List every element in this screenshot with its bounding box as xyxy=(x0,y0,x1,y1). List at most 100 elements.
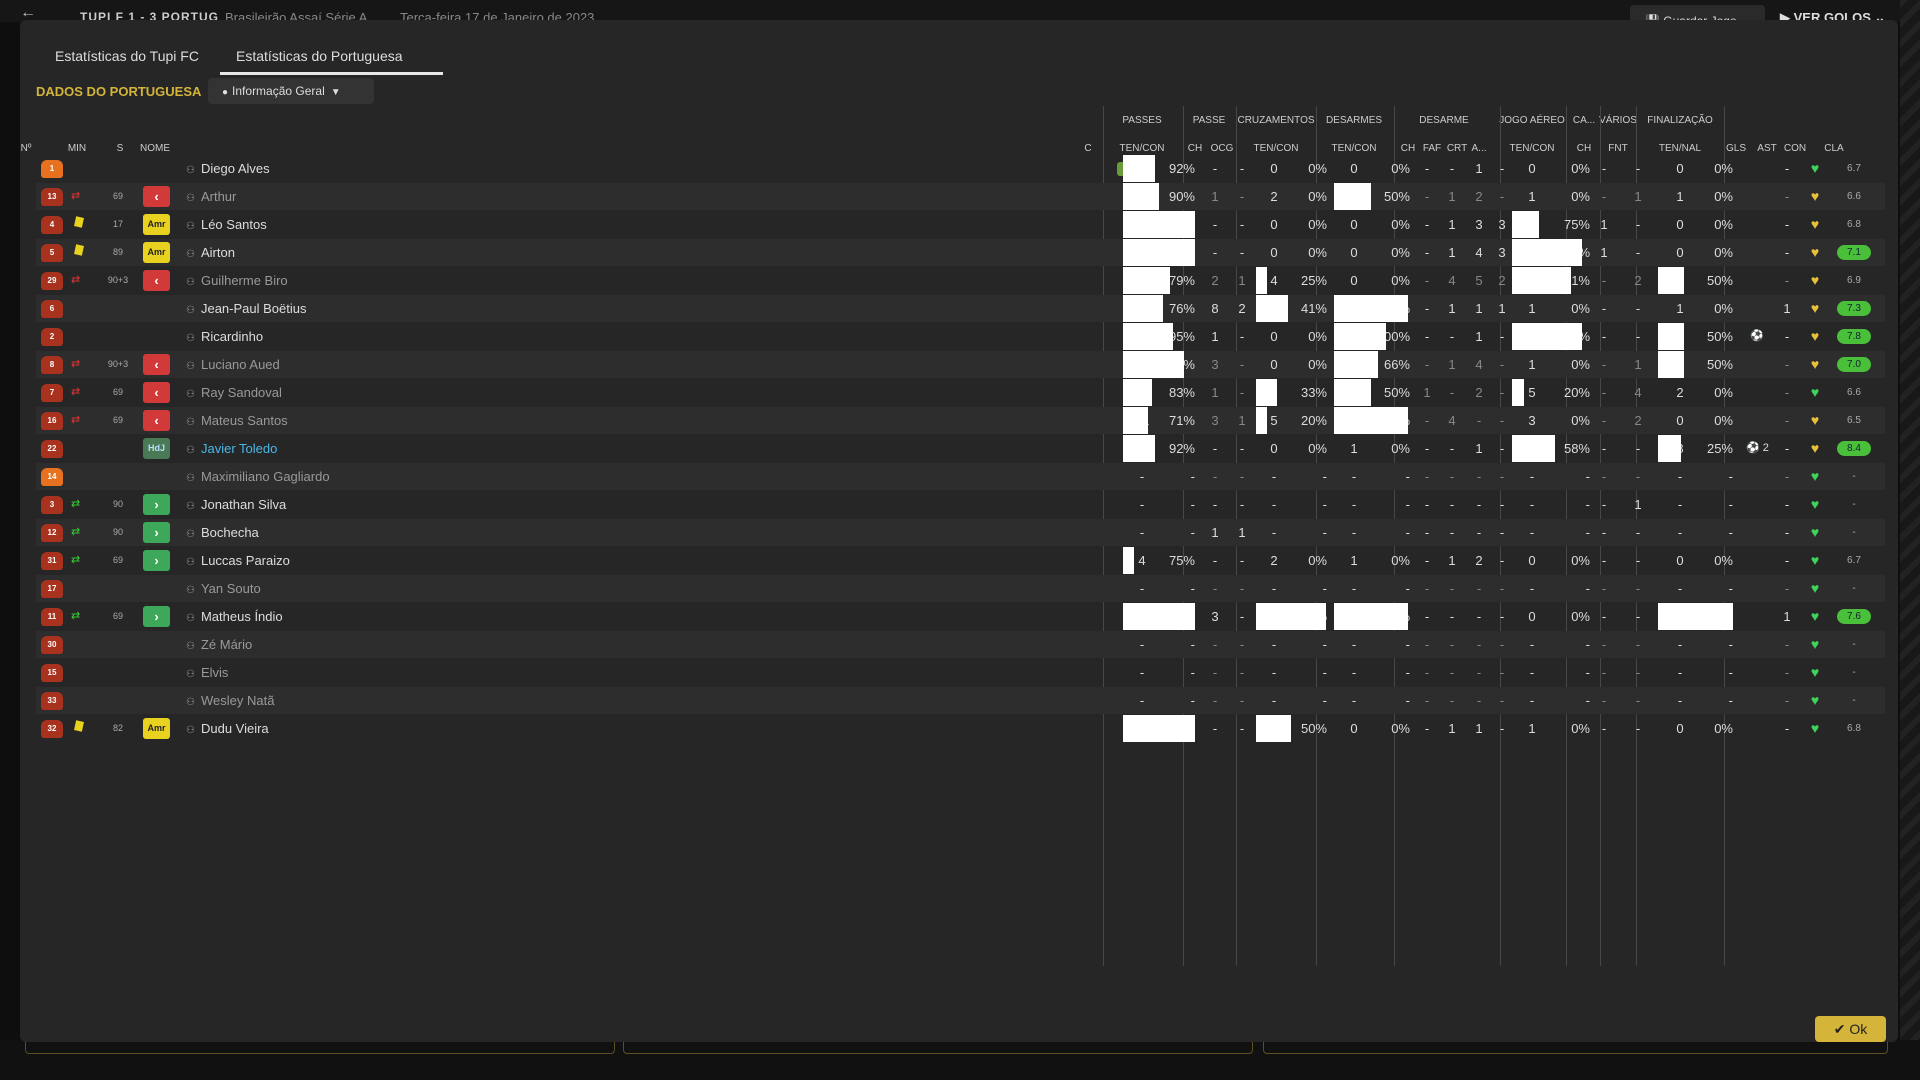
player-row[interactable]: 12 ⇄ 90 › ⚇ Bochecha - - - - - - - - - -1 1- - - - - - - ♥ - xyxy=(36,519,1885,546)
stat-aer-value: - xyxy=(1529,693,1535,708)
player-row[interactable]: 6⚇Jean-Paul Boëtius4276%1241%2100%10%10%… xyxy=(36,295,1885,322)
column-header-c[interactable]: C xyxy=(1084,143,1091,154)
stat-cruz-bar xyxy=(1256,379,1277,406)
stat-pass-bar xyxy=(1123,435,1155,462)
player-name[interactable]: ⚇ Elvis xyxy=(186,659,228,686)
stat-dfaf: 1 xyxy=(1448,721,1456,736)
column-header-cla[interactable]: CLA xyxy=(1824,143,1843,154)
person-icon: ⚇ xyxy=(186,221,195,232)
player-row[interactable]: 8⇄90+3‹⚇Luciano Aued5792%00%366%10%250%3… xyxy=(36,351,1885,378)
tab-tupi-stats[interactable]: Estatísticas do Tupi FC xyxy=(55,48,199,64)
stat-dch: - xyxy=(1424,525,1430,540)
player-name[interactable]: ⚇ Ricardinho xyxy=(186,323,263,350)
person-icon: ⚇ xyxy=(186,529,195,540)
column-header-no[interactable]: Nº xyxy=(21,143,32,154)
column-header-j_tc[interactable]: TEN/CON xyxy=(1510,143,1555,154)
column-header-pa_ocg[interactable]: OCG xyxy=(1211,143,1234,154)
column-header-d_crt[interactable]: CRT xyxy=(1447,143,1467,154)
column-header-cr_tc[interactable]: TEN/CON xyxy=(1254,143,1299,154)
column-header-va_fnt[interactable]: FNT xyxy=(1608,143,1627,154)
player-row[interactable]: 33 ⚇ Wesley Natã - - - - - - - - - - - - - - - - - - - ♥ - xyxy=(36,687,1885,714)
stat-pass-bar xyxy=(1123,183,1159,210)
stat-pass-bar xyxy=(1123,351,1184,378)
player-name[interactable]: ⚇ Mateus Santos xyxy=(186,407,288,434)
player-name[interactable]: ⚇ Jean-Paul Boëtius xyxy=(186,295,306,322)
player-name[interactable]: ⚇ Diego Alves xyxy=(186,155,270,182)
stat-pass-percent: - xyxy=(1190,637,1195,652)
player-name[interactable]: ⚇ Matheus Índio xyxy=(186,603,283,630)
stat-cach: - xyxy=(1601,161,1607,176)
stat-pass-bar xyxy=(1123,211,1195,238)
stat-dcrt: 1 xyxy=(1475,441,1483,456)
player-row[interactable]: 11⇄69›⚇Matheus Índio683%3100%2100%00%110… xyxy=(36,603,1885,630)
player-row[interactable]: 7⇄69‹⚇Ray Sandoval2483%333%250%520%20%1-… xyxy=(36,379,1885,406)
player-row[interactable]: 30 ⚇ Zé Mário - - - - - - - - - - - - - - - - - - - ♥ - xyxy=(36,631,1885,658)
player-row[interactable]: 29⇄90+3‹⚇Guilherme Biro4879%425%00%771%2… xyxy=(36,267,1885,294)
player-row[interactable]: 22HdJ⚇Javier Toledo2592%00%10%1258%825%-… xyxy=(36,435,1885,462)
player-row[interactable]: 14 ⚇ Maximiliano Gagliardo - - - - - - - - - - - - - - - -… xyxy=(36,463,1885,490)
stat-cach: - xyxy=(1601,637,1607,652)
player-name[interactable]: ⚇ Yan Souto xyxy=(186,575,261,602)
column-header-d_a[interactable]: A... xyxy=(1471,143,1486,154)
person-icon: ⚇ xyxy=(186,165,195,176)
player-name[interactable]: ⚇ Léo Santos xyxy=(186,211,267,238)
person-icon: ⚇ xyxy=(186,473,195,484)
column-header-pa_ch[interactable]: CH xyxy=(1188,143,1202,154)
player-name[interactable]: ⚇ Dudu Vieira xyxy=(186,715,269,742)
rating-badge: 6.6 xyxy=(1847,191,1861,202)
column-header-s[interactable]: S xyxy=(117,143,124,154)
player-name[interactable]: ⚇ Bochecha xyxy=(186,519,259,546)
rating-badge: 6.7 xyxy=(1847,163,1861,174)
player-row[interactable]: 15 ⚇ Elvis - - - - - - - - - - - - - - - - - - - ♥ - xyxy=(36,659,1885,686)
player-name[interactable]: ⚇ Luciano Aued xyxy=(186,351,280,378)
player-row[interactable]: 13⇄69‹⚇Arthur3390%20%250%10%10%1--12--1-… xyxy=(36,183,1885,210)
stat-ast: - xyxy=(1784,581,1790,596)
column-header-ca_ch[interactable]: CH xyxy=(1577,143,1591,154)
player-name[interactable]: ⚇ Zé Mário xyxy=(186,631,252,658)
column-header-min[interactable]: MIN xyxy=(68,143,86,154)
stat-fin-value: 1 xyxy=(1676,301,1684,316)
player-name[interactable]: ⚇ Jonathan Silva xyxy=(186,491,286,518)
stat-pass-value: - xyxy=(1139,497,1145,512)
column-header-d_faf[interactable]: FAF xyxy=(1423,143,1441,154)
column-header-de_tc[interactable]: TEN/CON xyxy=(1332,143,1377,154)
substituted-out-badge: ‹ xyxy=(143,186,170,207)
player-row[interactable]: 2⚇Ricardinho4795%00%1100%1100%250%1---1-… xyxy=(36,323,1885,350)
minutes-played: 90 xyxy=(112,527,123,537)
column-header-d_ch[interactable]: CH xyxy=(1401,143,1415,154)
event-icons xyxy=(70,715,84,742)
event-icons: ⇄ xyxy=(70,183,80,210)
stat-ast: - xyxy=(1784,637,1790,652)
player-row[interactable]: 17 ⚇ Yan Souto - - - - - - - - - - - - - - - - - - - ♥ - xyxy=(36,575,1885,602)
column-header-ast[interactable]: AST xyxy=(1757,143,1776,154)
condition-heart-icon: ♥ xyxy=(1810,300,1820,316)
player-name[interactable]: ⚇ Airton xyxy=(186,239,235,266)
column-header-p_tc[interactable]: TEN/CON xyxy=(1120,143,1165,154)
player-row[interactable]: 417Amr⚇Léo Santos6992%00%00%475%00%---13… xyxy=(36,211,1885,238)
view-dropdown[interactable]: ● Informação Geral ▼ xyxy=(208,78,374,104)
stat-da: - xyxy=(1499,553,1505,568)
column-header-gls[interactable]: GLS xyxy=(1726,143,1746,154)
event-icons: ⇄ xyxy=(70,379,80,406)
stat-dch: - xyxy=(1424,217,1430,232)
player-name[interactable]: ⚇ Maximiliano Gagliardo xyxy=(186,463,330,490)
player-row[interactable]: 1⚇Diego Alves2892%00%00%00%00%----1----♥… xyxy=(36,155,1885,182)
player-name[interactable]: ⚇ Wesley Natã xyxy=(186,687,274,714)
tab-portuguesa-stats[interactable]: Estatísticas do Portuguesa xyxy=(236,48,403,64)
player-name[interactable]: ⚇ Arthur xyxy=(186,183,236,210)
player-row[interactable]: 3282Amr⚇Dudu Vieira1190%250%00%10%00%---… xyxy=(36,715,1885,742)
player-name[interactable]: ⚇ Javier Toledo xyxy=(186,435,277,462)
player-name[interactable]: ⚇ Luccas Paraizo xyxy=(186,547,290,574)
player-row[interactable]: 31 ⇄ 69 › ⚇ Luccas Paraizo 4 75% 2 0% 1 0% 0 0% 0 0% - - -… xyxy=(36,547,1885,574)
player-row[interactable]: 16⇄69‹⚇Mateus Santos2171%520%2100%30%00%… xyxy=(36,407,1885,434)
player-name[interactable]: ⚇ Guilherme Biro xyxy=(186,267,288,294)
condition-heart-icon: ♥ xyxy=(1810,608,1820,624)
column-header-nome[interactable]: NOME xyxy=(140,143,170,154)
player-row[interactable]: 589Amr⚇Airton6792%00%00%5100%00%---1431-… xyxy=(36,239,1885,266)
column-header-f_tn[interactable]: TEN/NAL xyxy=(1659,143,1701,154)
yellow-card-icon xyxy=(74,720,84,732)
player-row[interactable]: 3 ⇄ 90 › ⚇ Jonathan Silva - - - - - - - - - - - - - - - - -1- ♥… xyxy=(36,491,1885,518)
player-name[interactable]: ⚇ Ray Sandoval xyxy=(186,379,282,406)
column-header-con[interactable]: CON xyxy=(1784,143,1806,154)
ok-button[interactable]: ✔ Ok xyxy=(1815,1016,1886,1042)
